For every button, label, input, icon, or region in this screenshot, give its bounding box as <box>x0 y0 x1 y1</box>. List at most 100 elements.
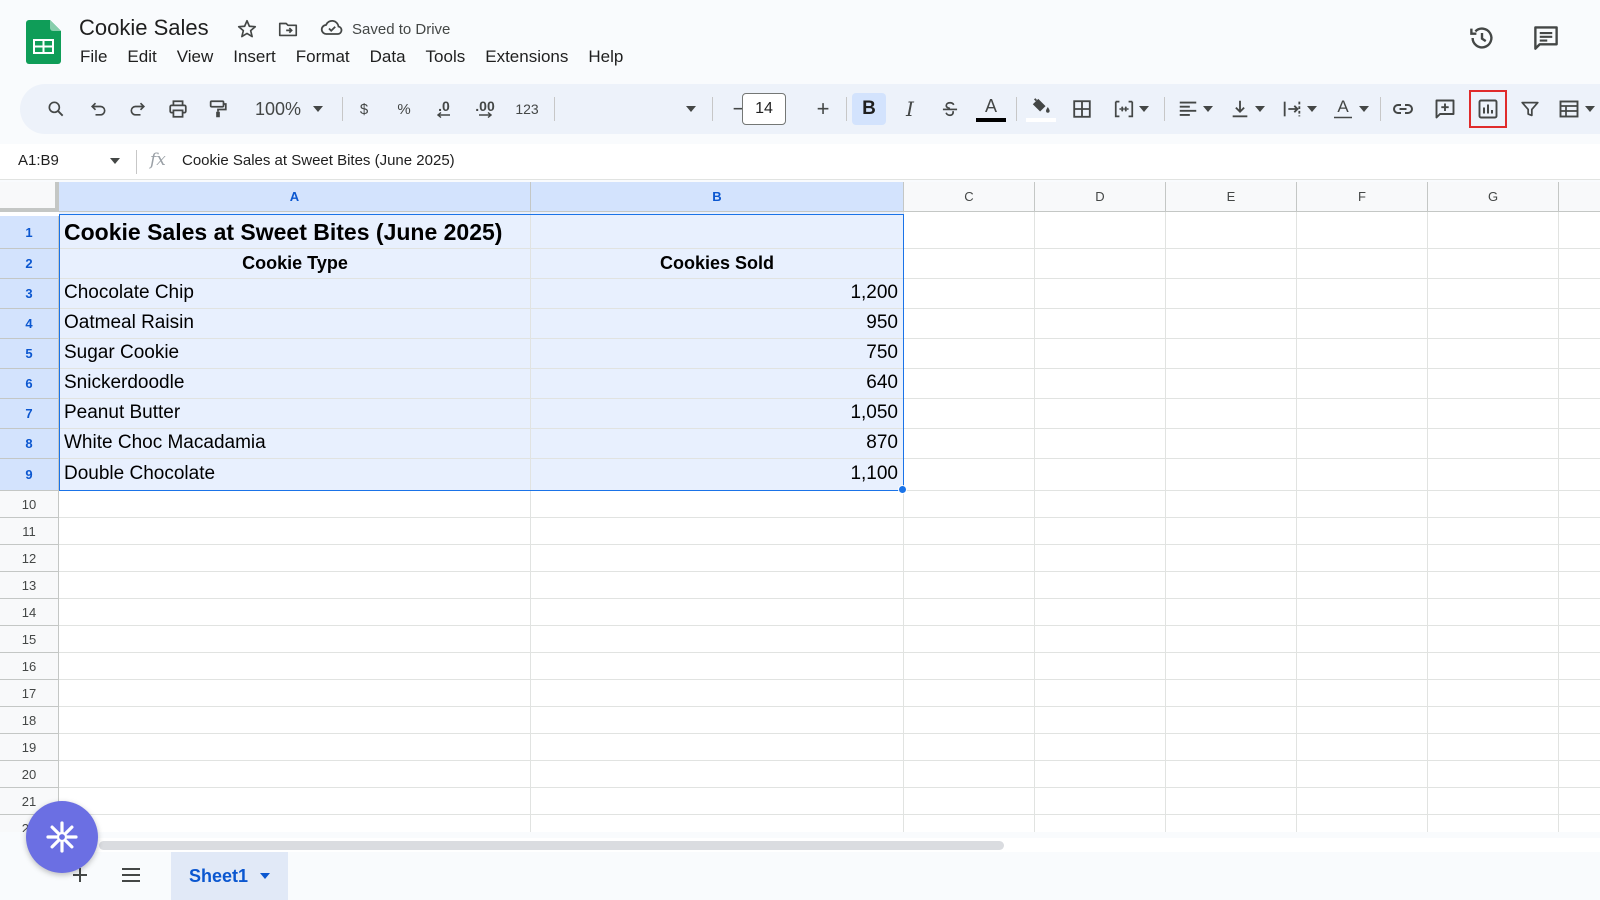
column-header-c[interactable]: C <box>904 182 1035 212</box>
name-box[interactable]: A1:B9 <box>18 152 59 169</box>
all-sheets-menu-icon[interactable] <box>116 860 146 890</box>
row-header[interactable]: 4 <box>0 309 59 339</box>
row-header[interactable]: 19 <box>0 734 59 761</box>
table-cell-cookies-sold[interactable]: 1,050 <box>531 398 903 428</box>
bold-button[interactable]: B <box>852 93 886 125</box>
horizontal-scrollbar[interactable] <box>59 838 1600 852</box>
column-header-h[interactable] <box>1559 182 1600 212</box>
table-cell-cookie-type[interactable]: Sugar Cookie <box>59 338 531 368</box>
column-header-g[interactable]: G <box>1428 182 1559 212</box>
scrollbar-thumb[interactable] <box>99 841 1004 850</box>
table-cell-cookie-type[interactable]: Double Chocolate <box>59 458 531 490</box>
column-header-f[interactable]: F <box>1297 182 1428 212</box>
search-menus-icon[interactable] <box>40 93 72 125</box>
more-formats-button[interactable]: 123 <box>510 93 544 125</box>
row-header[interactable]: 13 <box>0 572 59 599</box>
table-cell-cookies-sold[interactable]: 1,100 <box>531 458 903 490</box>
row-header[interactable]: 10 <box>0 491 59 518</box>
filter-icon[interactable] <box>1514 93 1546 125</box>
menu-data[interactable]: Data <box>360 46 416 68</box>
text-color-button[interactable]: A <box>974 93 1008 125</box>
strikethrough-icon[interactable] <box>934 93 966 125</box>
text-rotation-button[interactable]: A <box>1328 93 1374 125</box>
format-currency-button[interactable]: $ <box>350 93 378 125</box>
document-title[interactable]: Cookie Sales <box>79 15 209 41</box>
table-cell-cookie-type[interactable]: Peanut Butter <box>59 398 531 428</box>
row-header[interactable]: 1 <box>0 216 59 249</box>
row-header[interactable]: 6 <box>0 369 59 399</box>
fill-handle[interactable] <box>898 485 907 494</box>
table-cell-cookie-type[interactable]: Snickerdoodle <box>59 368 531 398</box>
merge-cells-button[interactable] <box>1106 93 1156 125</box>
menu-extensions[interactable]: Extensions <box>475 46 578 68</box>
table-view-button[interactable] <box>1552 93 1600 125</box>
decrease-decimal-button[interactable]: .0 <box>428 93 460 125</box>
row-header[interactable]: 7 <box>0 399 59 429</box>
row-header[interactable]: 5 <box>0 339 59 369</box>
row-header[interactable]: 3 <box>0 279 59 309</box>
row-header[interactable]: 18 <box>0 707 59 734</box>
table-cell-cookie-type[interactable]: Oatmeal Raisin <box>59 308 531 338</box>
row-header[interactable]: 15 <box>0 626 59 653</box>
row-header[interactable]: 14 <box>0 599 59 626</box>
insert-chart-icon[interactable] <box>1469 90 1507 128</box>
increase-decimal-button[interactable]: .00 <box>468 93 502 125</box>
column-header-d[interactable]: D <box>1035 182 1166 212</box>
cell-a1-title[interactable]: Cookie Sales at Sweet Bites (June 2025) <box>59 216 903 248</box>
vertical-align-button[interactable] <box>1224 93 1270 125</box>
insert-comment-icon[interactable] <box>1428 93 1462 125</box>
column-header-b[interactable]: B <box>531 182 904 212</box>
table-cell-cookies-sold[interactable]: 750 <box>531 338 903 368</box>
italic-button[interactable]: I <box>894 93 926 125</box>
spreadsheet-grid[interactable]: A B C D E F G 1 2 3 4 5 6 7 8 9 10 11 12… <box>0 182 1600 832</box>
menu-file[interactable]: File <box>70 46 117 68</box>
save-status[interactable]: Saved to Drive <box>320 16 450 42</box>
comments-icon[interactable] <box>1530 22 1562 54</box>
menu-insert[interactable]: Insert <box>223 46 286 68</box>
chevron-down-icon[interactable] <box>110 158 120 164</box>
borders-icon[interactable] <box>1066 93 1098 125</box>
table-cell-cookie-type[interactable]: White Choc Macadamia <box>59 428 531 458</box>
horizontal-align-button[interactable] <box>1172 93 1218 125</box>
row-header[interactable]: 12 <box>0 545 59 572</box>
row-header[interactable]: 11 <box>0 518 59 545</box>
increase-font-size-button[interactable]: + <box>810 93 836 125</box>
paint-format-icon[interactable] <box>202 93 234 125</box>
menu-tools[interactable]: Tools <box>416 46 476 68</box>
select-all-corner[interactable] <box>0 182 59 212</box>
row-header[interactable]: 2 <box>0 249 59 279</box>
row-header[interactable]: 17 <box>0 680 59 707</box>
sheets-logo-icon[interactable] <box>26 20 61 64</box>
table-cell-cookies-sold[interactable]: 950 <box>531 308 903 338</box>
fill-color-button[interactable] <box>1024 93 1058 125</box>
redo-icon[interactable] <box>122 93 154 125</box>
version-history-icon[interactable] <box>1466 22 1498 54</box>
font-size-input[interactable]: 14 <box>742 93 786 125</box>
row-header[interactable]: 20 <box>0 761 59 788</box>
formula-input[interactable]: Cookie Sales at Sweet Bites (June 2025) <box>182 152 455 169</box>
format-percent-button[interactable]: % <box>390 93 418 125</box>
menu-format[interactable]: Format <box>286 46 360 68</box>
text-wrapping-button[interactable] <box>1276 93 1322 125</box>
cell-b2-header[interactable]: Cookies Sold <box>531 248 903 278</box>
row-header[interactable]: 16 <box>0 653 59 680</box>
font-family-select[interactable] <box>564 93 704 125</box>
move-folder-icon[interactable] <box>275 16 301 42</box>
assistant-fab-button[interactable] <box>26 801 98 873</box>
print-icon[interactable] <box>162 93 194 125</box>
row-header[interactable]: 8 <box>0 429 59 459</box>
menu-help[interactable]: Help <box>578 46 633 68</box>
column-header-a[interactable]: A <box>59 182 531 212</box>
menu-edit[interactable]: Edit <box>117 46 166 68</box>
sheet-tab-sheet1[interactable]: Sheet1 <box>171 852 288 900</box>
table-cell-cookie-type[interactable]: Chocolate Chip <box>59 278 531 308</box>
chevron-down-icon[interactable] <box>260 873 271 879</box>
insert-link-icon[interactable] <box>1386 93 1420 125</box>
table-cell-cookies-sold[interactable]: 1,200 <box>531 278 903 308</box>
table-cell-cookies-sold[interactable]: 870 <box>531 428 903 458</box>
cell-a2-header[interactable]: Cookie Type <box>59 248 531 278</box>
row-header[interactable]: 9 <box>0 459 59 491</box>
zoom-select[interactable]: 100% <box>244 93 334 125</box>
column-header-e[interactable]: E <box>1166 182 1297 212</box>
table-cell-cookies-sold[interactable]: 640 <box>531 368 903 398</box>
